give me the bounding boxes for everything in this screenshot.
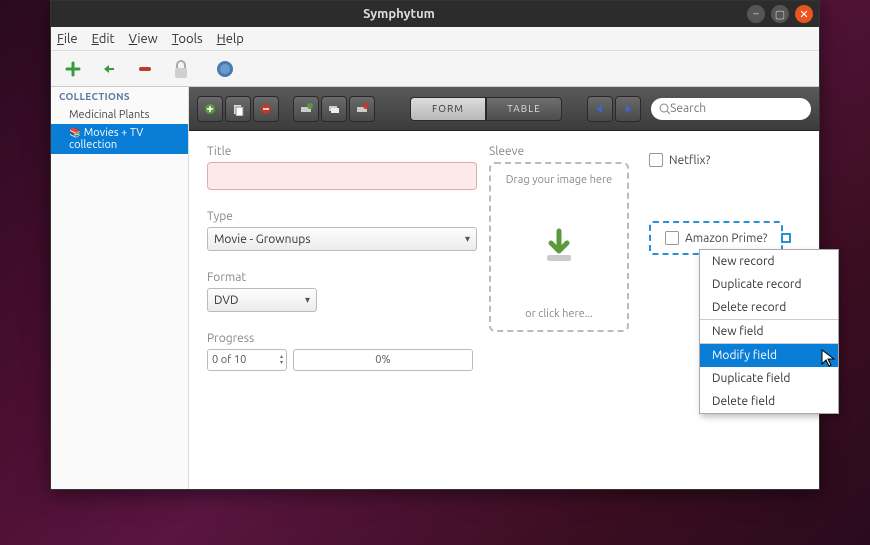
menu-help[interactable]: Help [217, 32, 244, 46]
ctx-duplicate-record[interactable]: Duplicate record [700, 273, 838, 296]
ctx-delete-record[interactable]: Delete record [700, 296, 838, 319]
resize-handle-icon[interactable] [781, 233, 791, 243]
record-delete-icon[interactable] [253, 96, 279, 122]
menu-tools[interactable]: Tools [172, 32, 203, 46]
new-icon[interactable] [59, 55, 87, 83]
field-new-icon[interactable] [293, 96, 319, 122]
cursor-icon [821, 349, 835, 367]
title-input[interactable] [207, 162, 477, 190]
main-app-toolbar [51, 51, 819, 87]
sleeve-dropzone[interactable]: Drag your image here or click here... [489, 162, 629, 332]
sidebar-item-medicinal[interactable]: Medicinal Plants [51, 106, 188, 124]
netflix-checkbox[interactable] [649, 153, 663, 167]
format-combo[interactable]: DVD [207, 288, 317, 312]
sleeve-field: Sleeve Drag your image here or click her… [489, 145, 629, 332]
sleeve-hint-top: Drag your image here [506, 174, 612, 186]
amazon-checkbox[interactable] [665, 231, 679, 245]
ctx-delete-field[interactable]: Delete field [700, 390, 838, 413]
minimize-button[interactable]: – [747, 5, 765, 23]
ctx-new-record[interactable]: New record [700, 250, 838, 273]
sidebar-item-movies[interactable]: Movies + TV collection [51, 124, 188, 154]
progress-bar: 0% [293, 349, 473, 371]
menubar: File Edit View Tools Help [51, 27, 819, 51]
view-table-button[interactable]: TABLE [486, 97, 562, 121]
context-menu: New record Duplicate record Delete recor… [699, 249, 839, 414]
lock-icon[interactable] [167, 55, 195, 83]
next-record-button[interactable] [615, 96, 641, 122]
menu-view[interactable]: View [129, 32, 158, 46]
record-toolbar: FORM TABLE [189, 87, 819, 131]
search-input[interactable] [670, 102, 803, 115]
amazon-label: Amazon Prime? [685, 232, 767, 245]
menu-file[interactable]: File [57, 32, 78, 46]
sidebar-heading: COLLECTIONS [51, 87, 188, 106]
delete-icon[interactable] [131, 55, 159, 83]
titlebar[interactable]: Symphytum – ▢ ✕ [51, 1, 819, 27]
field-dup-icon[interactable] [321, 96, 347, 122]
view-toggle: FORM TABLE [410, 97, 562, 121]
close-button[interactable]: ✕ [795, 5, 813, 23]
menu-edit[interactable]: Edit [92, 32, 115, 46]
maximize-button[interactable]: ▢ [771, 5, 789, 23]
record-new-icon[interactable] [197, 96, 223, 122]
ctx-duplicate-field[interactable]: Duplicate field [700, 367, 838, 390]
field-del-icon[interactable] [349, 96, 375, 122]
progress-spinner[interactable]: 0 of 10 [207, 349, 287, 371]
netflix-field[interactable]: Netflix? [649, 153, 710, 167]
sync-icon[interactable] [211, 55, 239, 83]
ctx-modify-field[interactable]: Modify field [700, 344, 838, 367]
search-icon [659, 103, 670, 115]
netflix-label: Netflix? [669, 154, 710, 167]
form-area: Title Type Movie - Grownups Format DVD P… [189, 131, 819, 489]
download-icon [539, 227, 579, 267]
type-combo[interactable]: Movie - Grownups [207, 227, 477, 251]
window-title: Symphytum [57, 7, 741, 21]
search-box[interactable] [651, 98, 811, 120]
sleeve-label: Sleeve [489, 145, 629, 158]
sidebar: COLLECTIONS Medicinal Plants Movies + TV… [51, 87, 189, 489]
main-panel: FORM TABLE Title Type [189, 87, 819, 489]
sleeve-hint-bottom: or click here... [525, 308, 593, 320]
prev-record-button[interactable] [587, 96, 613, 122]
app-window: Symphytum – ▢ ✕ File Edit View Tools Hel… [50, 0, 820, 490]
view-form-button[interactable]: FORM [410, 97, 486, 121]
ctx-new-field[interactable]: New field [700, 320, 838, 343]
duplicate-icon[interactable] [95, 55, 123, 83]
body: COLLECTIONS Medicinal Plants Movies + TV… [51, 87, 819, 489]
record-duplicate-icon[interactable] [225, 96, 251, 122]
